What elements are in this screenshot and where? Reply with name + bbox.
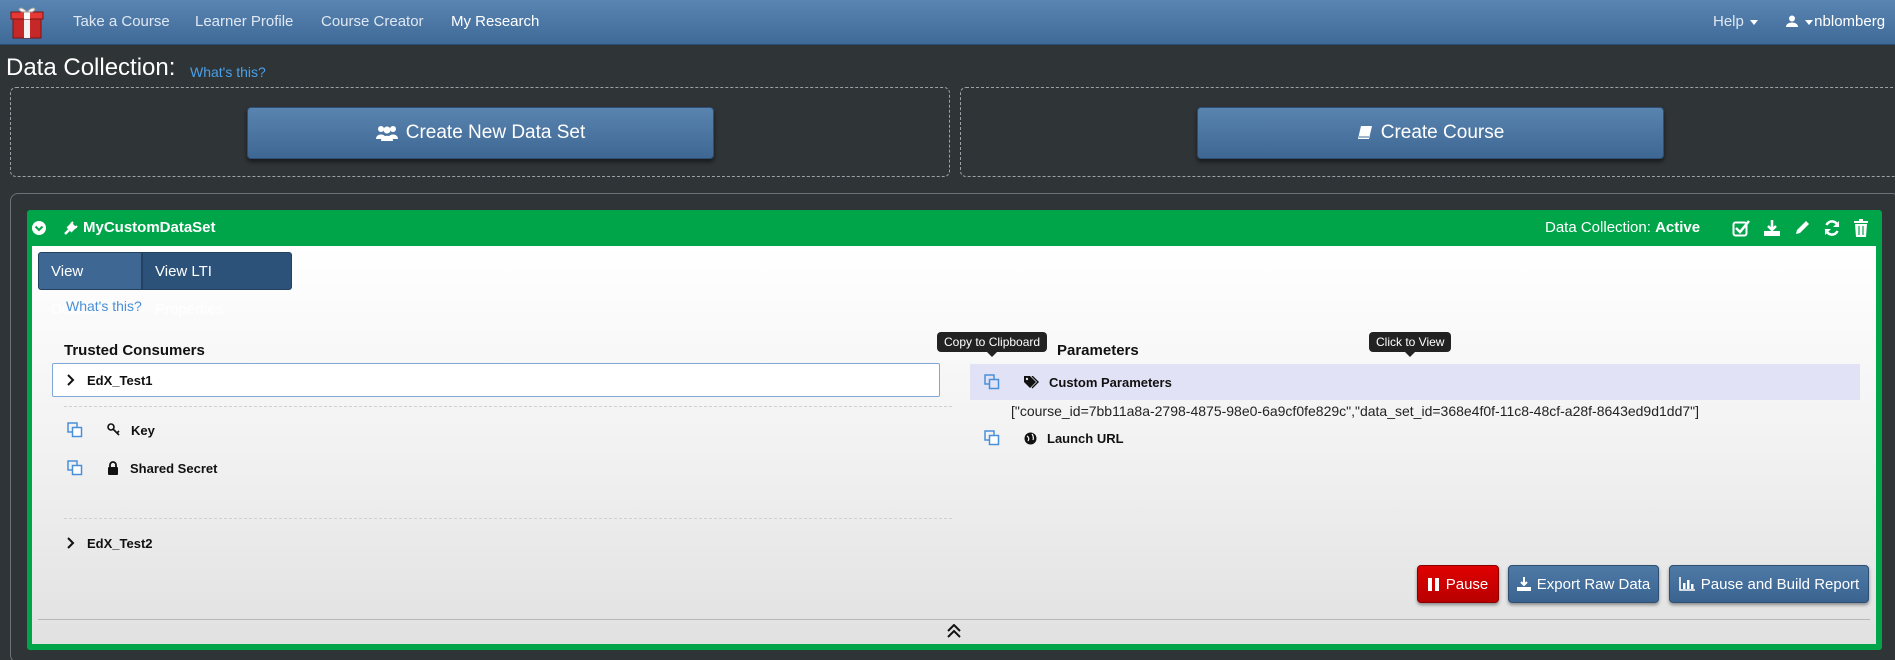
pencil-icon[interactable]: [1793, 219, 1811, 237]
key-row: Key: [67, 420, 155, 440]
lock-icon: [108, 461, 118, 475]
help-menu[interactable]: Help: [1713, 0, 1758, 45]
create-course-button[interactable]: Create Course: [1197, 107, 1664, 159]
help-label: Help: [1713, 13, 1744, 30]
trusted-consumers-title: Trusted Consumers: [64, 342, 205, 359]
user-menu[interactable]: nblomberg: [1786, 0, 1885, 45]
consumer-row[interactable]: EdX_Test1: [52, 363, 940, 397]
page-title: Data Collection:: [6, 54, 176, 81]
data-set-name: MyCustomDataSet: [83, 219, 216, 236]
pause-label: Pause: [1445, 575, 1489, 593]
nav-course-creator[interactable]: Course Creator: [321, 0, 424, 45]
custom-parameters-label: Custom Parameters: [1049, 374, 1172, 390]
parameters-title: Parameters: [1057, 342, 1139, 359]
chevron-down-icon: [1749, 19, 1758, 25]
check-square-icon[interactable]: [1732, 219, 1750, 237]
bar-chart-icon: [1678, 577, 1695, 591]
key-label: Key: [131, 422, 155, 438]
trash-icon[interactable]: [1853, 219, 1869, 237]
launch-url-row: Launch URL: [984, 428, 1124, 448]
data-set-header: MyCustomDataSet Data Collection: Active: [27, 210, 1882, 246]
consumer-name: EdX_Test2: [87, 535, 153, 551]
launch-url-label: Launch URL: [1047, 430, 1124, 446]
export-raw-data-button[interactable]: Export Raw Data: [1508, 565, 1659, 603]
status-value: Active: [1655, 219, 1701, 236]
tab-view-details[interactable]: View Details: [38, 252, 142, 318]
divider: [64, 518, 952, 519]
double-chevron-up-icon[interactable]: [946, 624, 962, 638]
gift-logo-icon[interactable]: [10, 4, 44, 40]
divider: [64, 406, 952, 407]
data-collection-status: Data Collection: Active: [1545, 210, 1700, 246]
tab-view-lti-properties[interactable]: View LTI Properties: [142, 252, 292, 318]
nav-learner-profile[interactable]: Learner Profile: [195, 0, 293, 45]
custom-parameters-row[interactable]: Custom Parameters: [970, 364, 1860, 400]
shared-secret-label: Shared Secret: [130, 460, 218, 476]
pause-and-build-report-label: Pause and Build Report: [1700, 575, 1860, 593]
key-icon: [107, 423, 120, 436]
create-data-set-label: Create New Data Set: [405, 122, 586, 143]
user-icon: [1786, 15, 1798, 27]
custom-parameters-value: ["course_id=7bb11a8a-2798-4875-98e0-6a9c…: [1011, 403, 1700, 419]
click-to-view-tooltip: Click to View: [1369, 332, 1452, 357]
create-data-set-button[interactable]: Create New Data Set: [247, 107, 714, 159]
copy-to-clipboard-tooltip: Copy to Clipboard: [937, 332, 1048, 357]
book-icon: [1357, 126, 1372, 139]
whats-this-link[interactable]: What's this?: [66, 298, 142, 314]
whats-this-link[interactable]: What's this?: [190, 64, 266, 80]
pause-and-build-report-button[interactable]: Pause and Build Report: [1669, 565, 1869, 603]
collapse-chevron-icon[interactable]: [32, 221, 46, 235]
refresh-icon[interactable]: [1823, 219, 1841, 237]
nav-my-research[interactable]: My Research: [451, 0, 539, 45]
copy-clipboard-icon[interactable]: [984, 374, 1000, 390]
pause-button[interactable]: Pause: [1417, 565, 1499, 603]
download-icon: [1516, 577, 1531, 591]
user-name: nblomberg: [1814, 13, 1886, 30]
consumer-name: EdX_Test1: [87, 372, 153, 388]
globe-icon: [1024, 432, 1037, 444]
users-icon: [375, 126, 398, 141]
top-navbar: Take a Course Learner Profile Course Cre…: [0, 0, 1895, 45]
divider: [38, 619, 1870, 620]
shared-secret-row: Shared Secret: [67, 458, 217, 478]
tags-icon: [1024, 375, 1039, 388]
download-icon[interactable]: [1763, 219, 1781, 237]
export-raw-data-label: Export Raw Data: [1536, 575, 1651, 593]
copy-clipboard-icon[interactable]: [984, 430, 1000, 446]
chevron-right-icon: [67, 537, 75, 549]
copy-clipboard-icon[interactable]: [67, 422, 83, 438]
status-label: Data Collection:: [1545, 219, 1651, 236]
chevron-right-icon: [67, 374, 75, 386]
nav-take-a-course[interactable]: Take a Course: [73, 0, 170, 45]
chevron-down-icon: [1805, 19, 1814, 25]
consumer-row[interactable]: EdX_Test2: [67, 533, 153, 553]
copy-clipboard-icon[interactable]: [67, 460, 83, 476]
pause-icon: [1427, 577, 1439, 591]
plug-icon: [64, 221, 78, 235]
create-course-label: Create Course: [1380, 122, 1505, 143]
